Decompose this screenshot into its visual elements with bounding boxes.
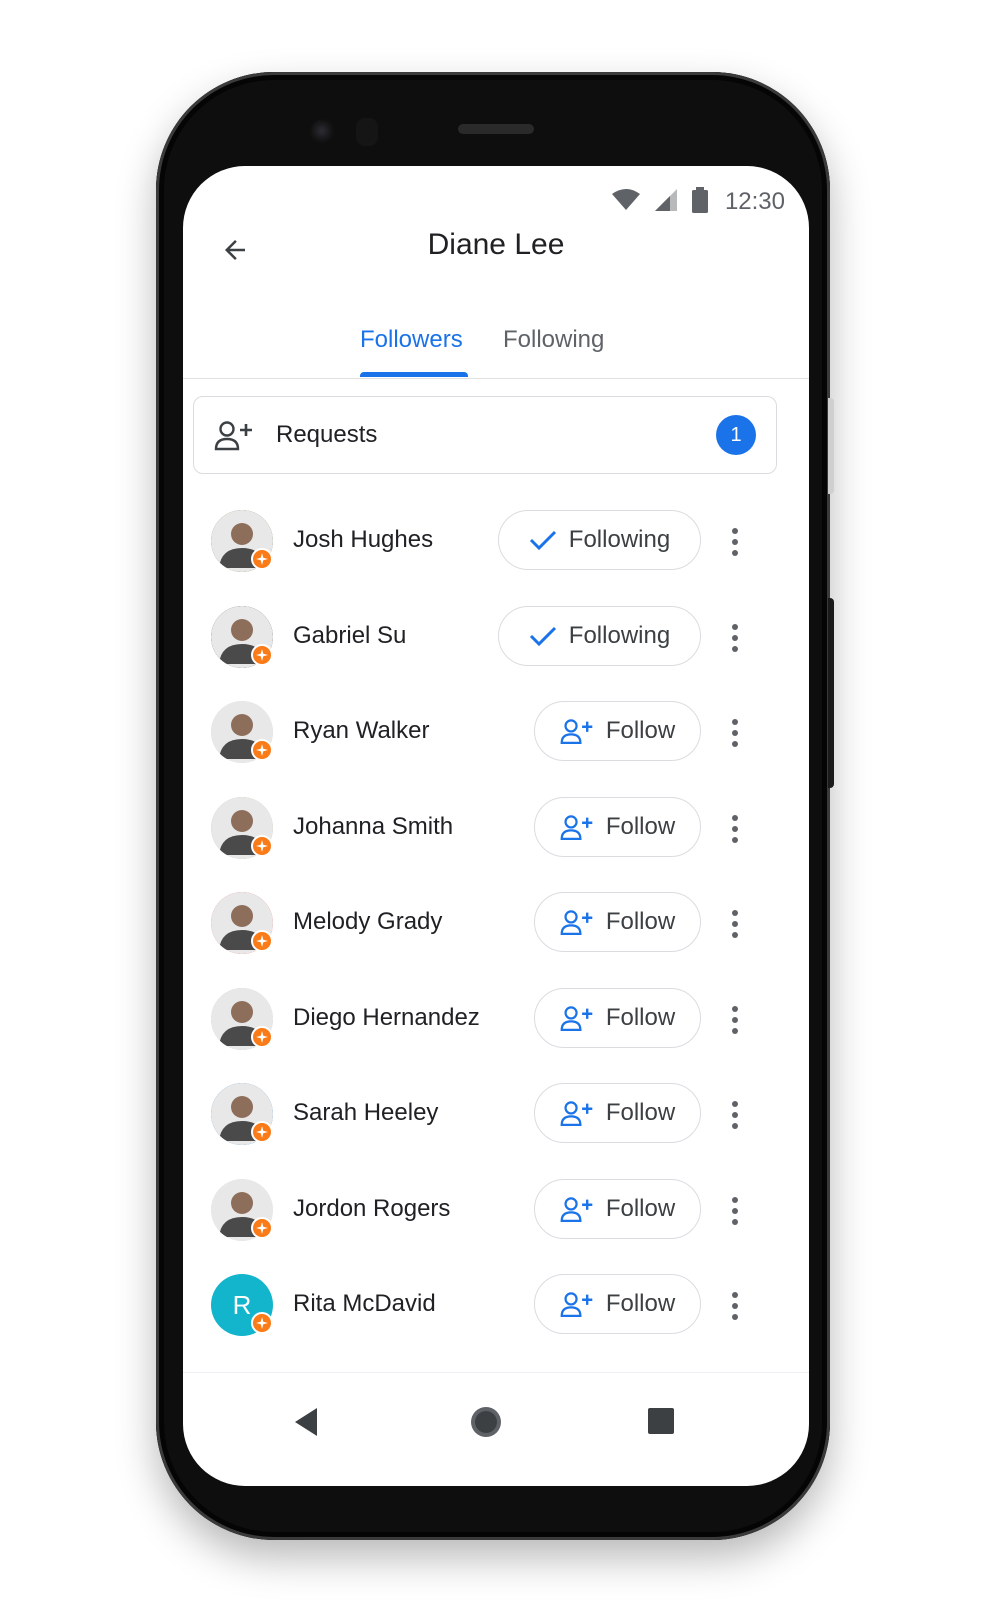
- more-options-icon[interactable]: [723, 522, 747, 562]
- screen: 12:30 Diane Lee Followers Following Requ…: [183, 166, 809, 1486]
- person-add-icon: [560, 908, 594, 936]
- cellular-signal-icon: [653, 188, 679, 217]
- person-name: Rita McDavid: [293, 1290, 436, 1317]
- follow-button[interactable]: Follow: [534, 796, 701, 857]
- button-label: Follow: [605, 1099, 676, 1126]
- person-name: Josh Hughes: [293, 526, 434, 553]
- person-name: Jordon Rogers: [293, 1194, 451, 1222]
- power-button: [828, 398, 834, 494]
- list-item[interactable]: Ryan Walker Follow: [183, 687, 809, 782]
- follow-button[interactable]: Follow: [534, 701, 701, 761]
- person-name: Johanna Smith: [293, 812, 454, 840]
- requests-label: Requests: [276, 421, 378, 448]
- person-add-icon: [560, 717, 594, 745]
- person-add-icon: [560, 813, 594, 841]
- tab-followers[interactable]: Followers: [360, 326, 463, 354]
- list-item[interactable]: Diego Hernandez Follow: [183, 974, 809, 1069]
- following-button[interactable]: Following: [498, 510, 701, 570]
- person-name: Melody Grady: [293, 908, 443, 935]
- follow-button[interactable]: Follow: [534, 1274, 701, 1334]
- contributor-badge-icon: [251, 548, 273, 570]
- button-label: Follow: [605, 717, 676, 744]
- list-item[interactable]: R Rita McDavid Follow: [183, 1260, 809, 1355]
- person-name: Gabriel Su: [293, 621, 407, 649]
- button-label: Following: [568, 621, 671, 649]
- list-item[interactable]: Gabriel Su Following: [183, 592, 809, 687]
- sensor: [356, 118, 378, 146]
- nav-back-icon[interactable]: [291, 1405, 321, 1444]
- more-options-icon[interactable]: [723, 809, 747, 849]
- nav-home-icon[interactable]: [469, 1405, 503, 1444]
- follow-button[interactable]: Follow: [534, 987, 701, 1048]
- button-label: Follow: [605, 1290, 676, 1317]
- page-title: Diane Lee: [427, 228, 565, 261]
- requests-count-badge: 1: [716, 415, 756, 455]
- check-icon: [529, 624, 557, 648]
- person-add-icon: [560, 1195, 594, 1223]
- contributor-badge-icon: [251, 1025, 273, 1048]
- follow-button[interactable]: Follow: [534, 1178, 701, 1239]
- person-name: Sarah Heeley: [293, 1099, 439, 1126]
- list-item[interactable]: Sarah Heeley Follow: [183, 1069, 809, 1164]
- person-add-icon: [560, 1290, 594, 1318]
- nav-recents-icon[interactable]: [647, 1407, 675, 1440]
- contributor-badge-icon: [251, 1216, 273, 1239]
- person-add-icon: [560, 1004, 594, 1032]
- person-add-icon: [560, 1099, 594, 1127]
- tab-following[interactable]: Following: [503, 326, 604, 354]
- contributor-badge-icon: [251, 834, 273, 857]
- more-options-icon[interactable]: [723, 713, 747, 753]
- more-options-icon[interactable]: [723, 1286, 747, 1326]
- list-item[interactable]: Melody Grady Follow: [183, 878, 809, 973]
- status-time: 12:30: [724, 188, 785, 215]
- follow-button[interactable]: Follow: [534, 1083, 701, 1143]
- person-name: Diego Hernandez: [293, 1003, 480, 1031]
- more-options-icon[interactable]: [723, 618, 747, 658]
- person-name: Ryan Walker: [293, 717, 430, 744]
- more-options-icon[interactable]: [723, 1000, 747, 1040]
- contributor-badge-icon: [251, 1121, 273, 1143]
- more-options-icon[interactable]: [723, 1095, 747, 1135]
- list-item[interactable]: Johanna Smith Follow: [183, 783, 809, 878]
- contributor-badge-icon: [251, 930, 273, 952]
- person-add-icon: [214, 419, 254, 456]
- system-nav-bar: [183, 1372, 809, 1486]
- battery-icon: [691, 186, 709, 218]
- button-label: Follow: [605, 1194, 676, 1222]
- contributor-badge-icon: [251, 739, 273, 761]
- button-label: Following: [568, 526, 671, 553]
- list-item[interactable]: Jordon Rogers Follow: [183, 1165, 809, 1260]
- volume-button: [828, 598, 834, 788]
- earpiece-speaker: [458, 124, 534, 134]
- check-icon: [529, 528, 557, 552]
- contributor-badge-icon: [251, 643, 273, 666]
- wifi-icon: [611, 188, 641, 217]
- front-camera: [310, 119, 336, 145]
- requests-card[interactable]: Requests 1: [193, 396, 777, 474]
- status-bar: 12:30: [611, 184, 785, 220]
- follow-button[interactable]: Follow: [534, 892, 701, 952]
- more-options-icon[interactable]: [723, 1191, 747, 1231]
- button-label: Follow: [605, 908, 676, 935]
- contributor-badge-icon: [251, 1312, 273, 1334]
- list-item[interactable]: Josh Hughes Following: [183, 496, 809, 591]
- button-label: Follow: [605, 1003, 676, 1031]
- following-button[interactable]: Following: [498, 605, 701, 666]
- active-tab-indicator: [360, 372, 468, 377]
- more-options-icon[interactable]: [723, 904, 747, 944]
- app-bar: Diane Lee: [183, 216, 809, 286]
- tab-bar: Followers Following: [183, 306, 809, 379]
- button-label: Follow: [605, 812, 676, 840]
